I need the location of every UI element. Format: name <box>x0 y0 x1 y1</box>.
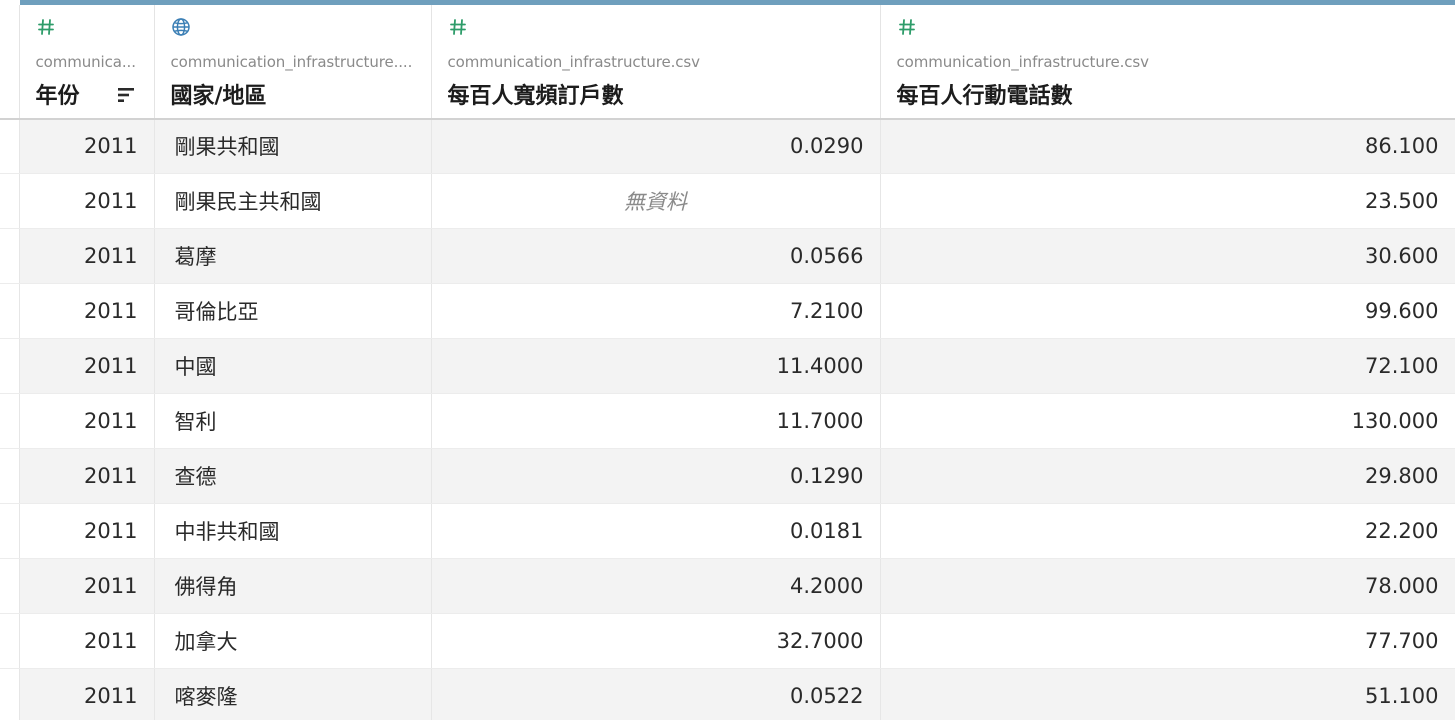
broadband-cell[interactable]: 0.0566 <box>431 228 881 284</box>
mobile-cell[interactable]: 99.600 <box>880 283 1455 339</box>
year-cell[interactable]: 2011 <box>19 283 155 339</box>
broadband-cell[interactable]: 0.0181 <box>431 503 881 559</box>
year-cell[interactable]: 2011 <box>19 448 155 504</box>
mobile-cell[interactable]: 72.100 <box>880 338 1455 394</box>
broadband-cell[interactable]: 0.0290 <box>431 118 881 174</box>
row-gutter <box>0 283 20 339</box>
mobile-cell[interactable]: 78.000 <box>880 558 1455 614</box>
table-body: 2011 剛果共和國 0.0290 86.100 2011 剛果民主共和國 無資料 23.50… <box>0 118 1455 720</box>
country-cell[interactable]: 喀麥隆 <box>154 668 432 720</box>
broadband-cell[interactable]: 11.7000 <box>431 393 881 449</box>
country-cell[interactable]: 查德 <box>154 448 432 504</box>
mobile-cell[interactable]: 130.000 <box>880 393 1455 449</box>
row-gutter-header <box>0 0 20 120</box>
broadband-cell[interactable]: 7.2100 <box>431 283 881 339</box>
table-row[interactable]: 2011 智利 11.7000 130.000 <box>0 393 1455 449</box>
column-header-year[interactable]: communica... 年份 <box>19 0 155 120</box>
mobile-cell[interactable]: 29.800 <box>880 448 1455 504</box>
table-row[interactable]: 2011 佛得角 4.2000 78.000 <box>0 558 1455 614</box>
broadband-cell[interactable]: 無資料 <box>431 173 881 229</box>
table-row[interactable]: 2011 喀麥隆 0.0522 51.100 <box>0 668 1455 720</box>
country-cell[interactable]: 加拿大 <box>154 613 432 669</box>
mobile-cell[interactable]: 86.100 <box>880 118 1455 174</box>
broadband-cell[interactable]: 4.2000 <box>431 558 881 614</box>
year-cell[interactable]: 2011 <box>19 118 155 174</box>
table-row[interactable]: 2011 中非共和國 0.0181 22.200 <box>0 503 1455 559</box>
number-hash-icon <box>37 19 54 35</box>
year-cell[interactable]: 2011 <box>19 613 155 669</box>
country-cell[interactable]: 哥倫比亞 <box>154 283 432 339</box>
broadband-cell[interactable]: 32.7000 <box>431 613 881 669</box>
column-header-mobile[interactable]: communication_infrastructure.csv 每百人行動電話… <box>880 0 1455 120</box>
country-cell[interactable]: 中非共和國 <box>154 503 432 559</box>
sort-descending-icon[interactable] <box>116 85 136 105</box>
country-cell[interactable]: 剛果民主共和國 <box>154 173 432 229</box>
column-header-broadband[interactable]: communication_infrastructure.csv 每百人寬頻訂戶… <box>431 0 881 120</box>
row-gutter <box>0 558 20 614</box>
year-cell[interactable]: 2011 <box>19 558 155 614</box>
row-gutter <box>0 668 20 720</box>
table-row[interactable]: 2011 哥倫比亞 7.2100 99.600 <box>0 283 1455 339</box>
column-name: 國家/地區 <box>170 84 267 109</box>
year-cell[interactable]: 2011 <box>19 503 155 559</box>
number-hash-icon <box>898 19 915 35</box>
country-cell[interactable]: 葛摩 <box>154 228 432 284</box>
row-gutter <box>0 338 20 394</box>
row-gutter <box>0 613 20 669</box>
data-table: communica... 年份 communication_infrastruc… <box>0 0 1455 720</box>
broadband-cell[interactable]: 0.1290 <box>431 448 881 504</box>
column-source-label: communication_infrastructure.csv <box>896 53 1150 71</box>
column-source-label: communication_infrastructure.... <box>170 53 413 71</box>
mobile-cell[interactable]: 23.500 <box>880 173 1455 229</box>
table-row[interactable]: 2011 查德 0.1290 29.800 <box>0 448 1455 504</box>
row-gutter <box>0 393 20 449</box>
column-name: 每百人寬頻訂戶數 <box>447 84 624 109</box>
broadband-cell[interactable]: 0.0522 <box>431 668 881 720</box>
number-hash-icon <box>449 19 466 35</box>
table-row[interactable]: 2011 剛果共和國 0.0290 86.100 <box>0 118 1455 174</box>
year-cell[interactable]: 2011 <box>19 668 155 720</box>
year-cell[interactable]: 2011 <box>19 228 155 284</box>
broadband-cell[interactable]: 11.4000 <box>431 338 881 394</box>
row-gutter <box>0 228 20 284</box>
row-gutter <box>0 448 20 504</box>
mobile-cell[interactable]: 30.600 <box>880 228 1455 284</box>
table-row[interactable]: 2011 加拿大 32.7000 77.700 <box>0 613 1455 669</box>
mobile-cell[interactable]: 77.700 <box>880 613 1455 669</box>
row-gutter <box>0 173 20 229</box>
header-row: communica... 年份 communication_infrastruc… <box>0 0 1455 120</box>
country-cell[interactable]: 中國 <box>154 338 432 394</box>
year-cell[interactable]: 2011 <box>19 338 155 394</box>
column-name: 每百人行動電話數 <box>896 84 1073 109</box>
country-cell[interactable]: 剛果共和國 <box>154 118 432 174</box>
row-gutter <box>0 118 20 174</box>
year-cell[interactable]: 2011 <box>19 393 155 449</box>
table-row[interactable]: 2011 剛果民主共和國 無資料 23.500 <box>0 173 1455 229</box>
table-row[interactable]: 2011 中國 11.4000 72.100 <box>0 338 1455 394</box>
globe-icon <box>171 18 190 36</box>
column-header-country[interactable]: communication_infrastructure.... 國家/地區 <box>154 0 432 120</box>
country-cell[interactable]: 智利 <box>154 393 432 449</box>
country-cell[interactable]: 佛得角 <box>154 558 432 614</box>
mobile-cell[interactable]: 51.100 <box>880 668 1455 720</box>
data-grid: communica... 年份 communication_infrastruc… <box>0 0 1455 720</box>
year-cell[interactable]: 2011 <box>19 173 155 229</box>
mobile-cell[interactable]: 22.200 <box>880 503 1455 559</box>
column-source-label: communica... <box>35 53 136 71</box>
column-source-label: communication_infrastructure.csv <box>447 53 701 71</box>
row-gutter <box>0 503 20 559</box>
table-row[interactable]: 2011 葛摩 0.0566 30.600 <box>0 228 1455 284</box>
